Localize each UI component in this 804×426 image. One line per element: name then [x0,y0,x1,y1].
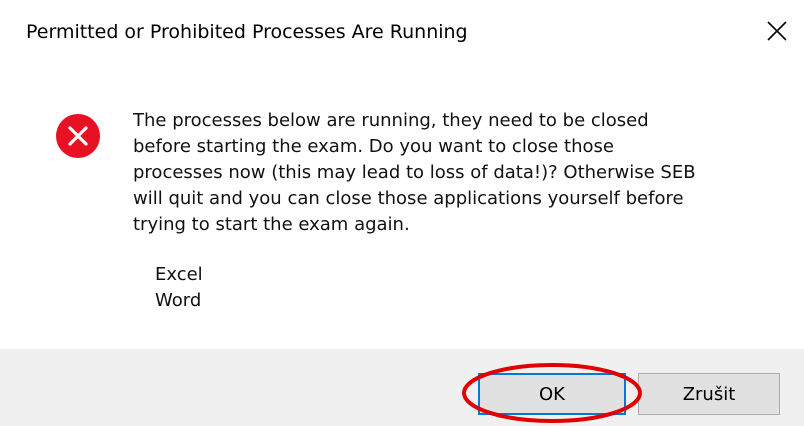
dialog-message: The processes below are running, they ne… [133,108,773,238]
close-icon [766,20,788,42]
message-line: trying to start the exam again. [133,214,410,235]
process-item-excel: Excel [155,264,203,285]
process-item-word: Word [155,290,202,311]
process-list: Excel Word [155,262,203,314]
close-button[interactable] [756,10,798,52]
message-line: The processes below are running, they ne… [133,110,649,131]
cancel-button[interactable]: Zrušit [638,373,780,415]
message-line: processes now (this may lead to loss of … [133,162,696,183]
message-line: before starting the exam. Do you want to… [133,136,614,157]
error-icon [55,113,101,159]
ok-button[interactable]: OK [478,373,626,415]
dialog-window: Permitted or Prohibited Processes Are Ru… [0,0,804,426]
dialog-title: Permitted or Prohibited Processes Are Ru… [26,21,468,43]
message-line: will quit and you can close those applic… [133,188,684,209]
